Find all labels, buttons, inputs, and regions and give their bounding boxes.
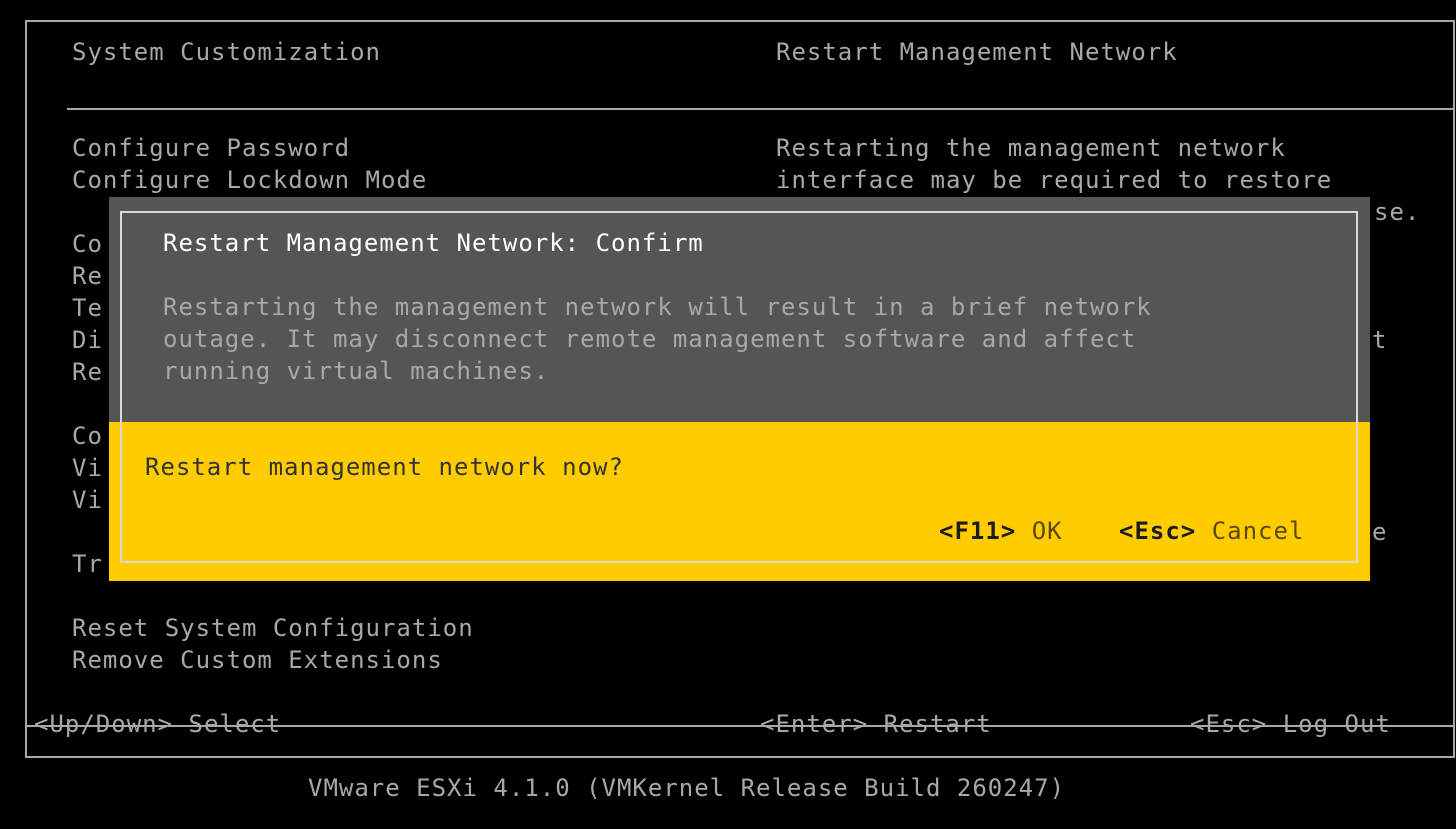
menu-item-configure-lockdown-mode[interactable]: Configure Lockdown Mode <box>72 164 427 196</box>
dialog-question: Restart management network now? <box>145 453 624 481</box>
select-label: Select <box>188 710 282 738</box>
menu-item[interactable]: Co <box>72 420 103 452</box>
menu-item-remove-custom-extensions[interactable]: Remove Custom Extensions <box>72 644 443 676</box>
description-fragment: t <box>1372 326 1388 354</box>
restart-hint[interactable]: <Enter> Restart <box>760 708 992 740</box>
description-line: Restarting the management network <box>776 134 1286 162</box>
description-fragment: se. <box>1374 198 1421 226</box>
restart-label: Restart <box>883 710 992 738</box>
select-hint[interactable]: <Up/Down> Select <box>34 708 281 740</box>
ok-label: OK <box>1031 517 1063 545</box>
cancel-key: <Esc> <box>1119 517 1197 545</box>
ok-key: <F11> <box>939 517 1017 545</box>
panel-title: Restart Management Network <box>776 38 1178 66</box>
ok-button[interactable]: <F11> OK <box>939 515 1063 547</box>
page-title: System Customization <box>72 38 381 66</box>
logout-key: <Esc> <box>1190 710 1268 738</box>
dialog-body-line: outage. It may disconnect remote managem… <box>163 325 1137 353</box>
confirm-dialog: Restart Management Network: Confirm Rest… <box>109 197 1370 581</box>
menu-item-reset-system-configuration[interactable]: Reset System Configuration <box>72 612 474 644</box>
logout-hint[interactable]: <Esc> Log Out <box>1190 708 1391 740</box>
menu-item[interactable]: Re <box>72 260 103 292</box>
menu-item[interactable]: Re <box>72 356 103 388</box>
dialog-body-line: running virtual machines. <box>163 357 550 385</box>
cancel-button[interactable]: <Esc> Cancel <box>1119 515 1304 547</box>
description-line: interface may be required to restore <box>776 166 1333 194</box>
dialog-title: Restart Management Network: Confirm <box>163 229 704 257</box>
menu-item[interactable]: Te <box>72 292 103 324</box>
logout-label: Log Out <box>1282 710 1391 738</box>
dialog-body-line: Restarting the management network will r… <box>163 293 1152 321</box>
cancel-label: Cancel <box>1211 517 1305 545</box>
header-divider <box>67 108 1453 110</box>
select-key: <Up/Down> <box>34 710 174 738</box>
menu-item[interactable]: Tr <box>72 548 103 580</box>
menu-item-configure-password[interactable]: Configure Password <box>72 132 350 164</box>
menu-item[interactable]: Vi <box>72 484 103 516</box>
dialog-action-area <box>109 422 1370 581</box>
description-fragment: e <box>1372 518 1388 546</box>
menu-item[interactable]: Di <box>72 324 103 356</box>
restart-key: <Enter> <box>760 710 869 738</box>
menu-item[interactable]: Vi <box>72 452 103 484</box>
version-info: VMware ESXi 4.1.0 (VMKernel Release Buil… <box>308 774 1066 802</box>
menu-item[interactable]: Co <box>72 228 103 260</box>
